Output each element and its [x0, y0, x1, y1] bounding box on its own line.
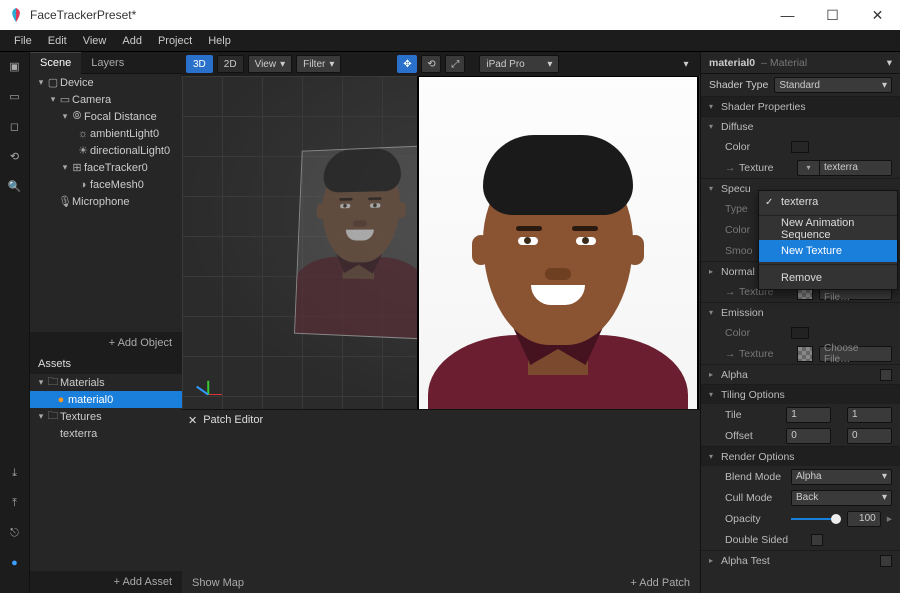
opacity-slider[interactable] [791, 512, 841, 526]
menu-add[interactable]: Add [114, 35, 150, 47]
inspector-panel: material0 – Material ▾ Shader Type Stand… [700, 52, 900, 593]
titlebar: FaceTrackerPreset* — ☐ ✕ [0, 0, 900, 30]
patch-editor: ✕ Patch Editor Show Map + Add Patch [182, 409, 700, 593]
section-specular[interactable]: Specu [721, 183, 751, 195]
texture-context-menu: ✓texterra New Animation Sequence New Tex… [758, 190, 898, 290]
assets-texterra[interactable]: texterra [30, 425, 182, 442]
window-close-button[interactable]: ✕ [855, 0, 900, 30]
assets-material0[interactable]: ●material0 [30, 391, 182, 408]
rail-scene-icon[interactable]: ▣ [7, 58, 23, 74]
rail-link-icon[interactable]: ⟲ [7, 148, 23, 164]
diffuse-texture-select[interactable]: ▾texterra [797, 160, 892, 176]
section-shader-properties[interactable]: Shader Properties [721, 101, 806, 113]
scale-tool-icon[interactable]: ⤢ [445, 55, 465, 73]
menubar: File Edit View Add Project Help [0, 30, 900, 52]
assets-materials[interactable]: ▾🗀Materials [30, 374, 182, 391]
blend-mode-select[interactable]: Alpha▾ [791, 469, 892, 485]
rail-notify-icon[interactable]: ● [7, 555, 23, 571]
left-panel: Scene Layers ▾▢Device ▾▭Camera ▾⦾Focal D… [30, 52, 182, 593]
rail-import-icon[interactable]: ⤒ [7, 495, 23, 511]
add-patch-button[interactable]: + Add Patch [630, 577, 690, 589]
shader-type-select[interactable]: Standard▾ [774, 77, 892, 93]
camera-preview: ⎚ ⟳ [418, 76, 698, 409]
patch-title: Patch Editor [203, 414, 263, 426]
diffuse-color-swatch[interactable] [791, 141, 809, 153]
section-alpha[interactable]: Alpha [721, 369, 748, 381]
emission-choose-button[interactable]: Choose File… [819, 346, 892, 362]
alpha-test-checkbox[interactable] [880, 555, 892, 567]
ctx-new-sequence[interactable]: New Animation Sequence [759, 218, 897, 240]
alpha-enable-checkbox[interactable] [880, 369, 892, 381]
rotate-tool-icon[interactable]: ⟲ [421, 55, 441, 73]
filter-dropdown[interactable]: Filter▾ [296, 55, 341, 73]
collapse-preview-icon[interactable]: ▾ [676, 55, 696, 73]
tree-mesh[interactable]: ◑faceMesh0 [30, 176, 182, 193]
tree-mic[interactable]: 🎙Microphone [30, 193, 182, 210]
view-3d-button[interactable]: 3D [186, 55, 213, 73]
section-normal[interactable]: Normal [721, 266, 755, 278]
tree-device[interactable]: ▾▢Device [30, 74, 182, 91]
left-rail: ▣ ▭ ◻ ⟲ 🔍 ⤓ ⤒ ⎋ ● [0, 52, 30, 593]
tree-camera[interactable]: ▾▭Camera [30, 91, 182, 108]
cull-mode-select[interactable]: Back▾ [791, 490, 892, 506]
assets-textures[interactable]: ▾🗀Textures [30, 408, 182, 425]
move-tool-icon[interactable]: ✥ [397, 55, 417, 73]
assets-header: Assets [30, 354, 182, 374]
tree-focal[interactable]: ▾⦾Focal Distance [30, 108, 182, 125]
tab-scene[interactable]: Scene [30, 52, 81, 74]
tile-y-input[interactable]: 1 [847, 407, 892, 423]
window-minimize-button[interactable]: — [765, 0, 810, 30]
app-logo-icon [8, 7, 24, 23]
tree-ambient[interactable]: ☼ambientLight0 [30, 125, 182, 142]
section-emission[interactable]: Emission [721, 307, 764, 319]
tree-tracker[interactable]: ▾⊞faceTracker0 [30, 159, 182, 176]
menu-help[interactable]: Help [200, 35, 239, 47]
offset-y-input[interactable]: 0 [847, 428, 892, 444]
inspector-title: material0 [709, 57, 755, 69]
window-title: FaceTrackerPreset* [30, 8, 136, 22]
emission-thumb-icon [797, 346, 813, 362]
tree-directional[interactable]: ☀directionalLight0 [30, 142, 182, 159]
shader-type-label: Shader Type [709, 79, 768, 91]
offset-x-input[interactable]: 0 [786, 428, 831, 444]
rail-search-icon[interactable]: 🔍 [7, 178, 23, 194]
window-maximize-button[interactable]: ☐ [810, 0, 855, 30]
ctx-texterra[interactable]: ✓texterra [759, 191, 897, 213]
view-dropdown[interactable]: View▾ [248, 55, 293, 73]
viewport-3d[interactable]: ⎚ ⟳ [182, 76, 700, 409]
menu-edit[interactable]: Edit [40, 35, 75, 47]
rail-export-icon[interactable]: ⤓ [7, 465, 23, 481]
ctx-remove[interactable]: Remove [759, 267, 897, 289]
view-2d-button[interactable]: 2D [217, 55, 244, 73]
inspector-menu-icon[interactable]: ▾ [887, 57, 892, 69]
device-dropdown[interactable]: iPad Pro▾ [479, 55, 559, 73]
show-map-button[interactable]: Show Map [192, 577, 244, 589]
emission-color-swatch[interactable] [791, 327, 809, 339]
center-panel: 3D 2D View▾ Filter▾ ✥ ⟲ ⤢ iPad Pro▾ ▾ [182, 52, 700, 593]
add-object-button[interactable]: + Add Object [30, 332, 182, 354]
section-render[interactable]: Render Options [721, 451, 795, 463]
section-tiling[interactable]: Tiling Options [721, 389, 785, 401]
inspector-kind: – Material [761, 57, 807, 69]
rail-layers-icon[interactable]: ◻ [7, 118, 23, 134]
menu-project[interactable]: Project [150, 35, 200, 47]
axes-gizmo-icon [196, 369, 226, 399]
center-toolbar: 3D 2D View▾ Filter▾ ✥ ⟲ ⤢ iPad Pro▾ ▾ [182, 52, 700, 76]
patch-close-icon[interactable]: ✕ [188, 414, 197, 427]
menu-file[interactable]: File [6, 35, 40, 47]
menu-view[interactable]: View [75, 35, 115, 47]
opacity-value-input[interactable]: 100 [847, 511, 881, 527]
ctx-new-texture[interactable]: New Texture [759, 240, 897, 262]
rail-camera-icon[interactable]: ▭ [7, 88, 23, 104]
section-diffuse[interactable]: Diffuse [721, 121, 754, 133]
add-asset-button[interactable]: + Add Asset [30, 571, 182, 593]
double-sided-checkbox[interactable] [811, 534, 823, 546]
tab-layers[interactable]: Layers [81, 52, 134, 74]
tile-x-input[interactable]: 1 [786, 407, 831, 423]
section-alpha-test[interactable]: Alpha Test [721, 555, 770, 567]
rail-test-icon[interactable]: ⎋ [7, 525, 23, 541]
